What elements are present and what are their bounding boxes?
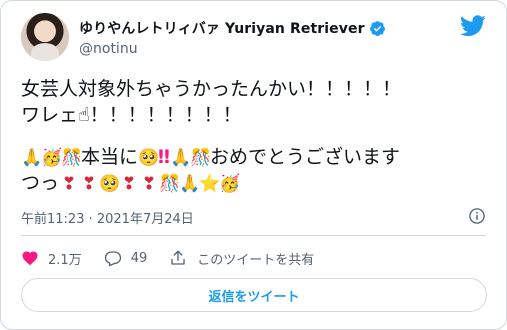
share-button[interactable]: このツイートを共有 [169,248,314,268]
heart-exclamation-emoji: ❣ [81,174,97,194]
reply-count: 49 [130,250,148,266]
divider [21,235,486,236]
share-upload-icon [171,250,185,265]
folded-hands-emoji: 🙏 [21,148,43,168]
tweet-text-omedeto: おめでとうございます [209,146,400,168]
like-button[interactable]: 2.1万 [21,248,82,268]
like-count: 2.1万 [48,252,82,268]
reply-tweet-button[interactable]: 返信をツイート [21,278,487,312]
display-name-row: ゆりやんレトリィバァ Yuriyan Retriever [79,18,386,38]
party-face-emoji: 🥳 [219,174,241,194]
heart-exclamation-emoji: ❣ [141,174,157,194]
confetti-ball-emoji: 🎊 [189,148,212,168]
verified-badge-icon [369,20,385,36]
tweet-card: ゆりやんレトリィバァ Yuriyan Retriever @notinu 女芸人… [0,0,507,330]
author-handle[interactable]: @notinu [79,41,386,57]
tweet-text-line-4: つっ ❣ ❣ 🥺 ❣ ❣ 🎊🙏⭐🥳 [21,170,491,196]
tweet-text: 女芸人対象外ちゃうかったんかい！！！！！ ワレェ☝！！！！！！！！ 🙏🥳🎊本当に… [21,76,491,196]
pleading-face-emoji: 🥺 [99,174,121,194]
reply-bubble-icon [104,251,121,267]
heart-icon [22,251,38,266]
heart-exclamation-emoji: ❣ [121,174,137,194]
author-names: ゆりやんレトリィバァ Yuriyan Retriever @notinu [79,18,386,57]
folded-hands-emoji: 🙏 [179,174,201,194]
author-avatar[interactable] [21,13,69,61]
tweet-text-line-2: ワレェ☝！！！！！！！！ [21,104,242,126]
party-face-emoji: 🥳 [41,148,63,168]
tweet-text-honto: 本当に [81,146,139,168]
twitter-bird-icon[interactable] [460,15,486,37]
confetti-ball-emoji: 🎊 [159,174,181,194]
tweet-header: ゆりやんレトリィバァ Yuriyan Retriever @notinu [21,13,492,63]
author-display-name[interactable]: ゆりやんレトリィバァ Yuriyan Retriever [79,18,365,38]
tweet-actions: 2.1万 49 このツイートを共有 [21,248,336,268]
tweet-text-line-3: 🙏🥳🎊本当に🥺‼🙏🎊おめでとうございます [21,144,491,170]
info-icon[interactable] [468,207,486,225]
heart-exclamation-emoji: ❣ [61,174,77,194]
folded-hands-emoji: 🙏 [169,148,192,168]
tweet-text-gap [21,128,491,144]
double-exclamation: ‼ [158,146,170,168]
tweet-text-line-1: 女芸人対象外ちゃうかったんかい！！！！！ [21,78,402,100]
tweet-timestamp[interactable]: 午前11:23 · 2021年7月24日 [21,208,194,227]
pleading-face-emoji: 🥺 [138,148,160,168]
star-emoji: ⭐ [199,174,221,194]
share-label: このツイートを共有 [197,252,315,268]
confetti-ball-emoji: 🎊 [61,148,83,168]
reply-button[interactable]: 49 [104,248,148,268]
tweet-text-tsutsu: つっ [21,172,60,194]
